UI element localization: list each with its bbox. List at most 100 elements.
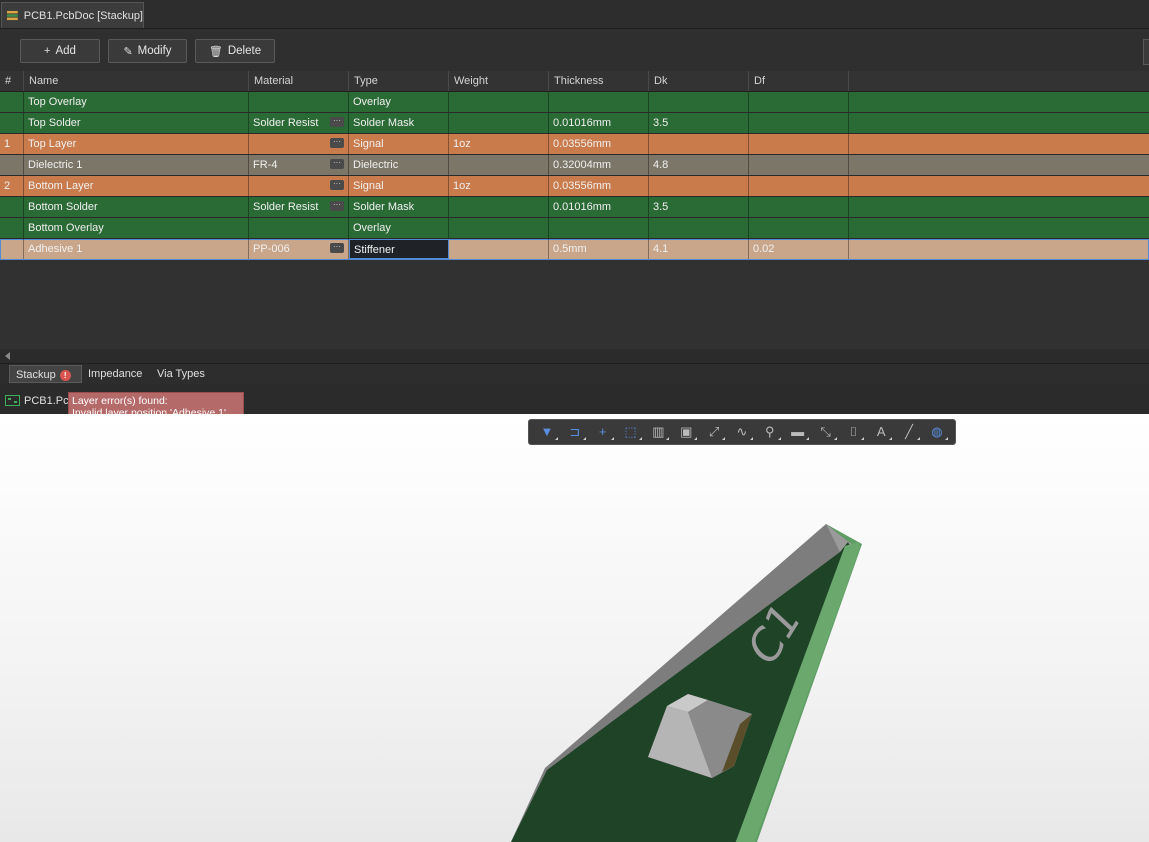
column-header-material[interactable]: Material (249, 71, 349, 91)
cell-dk[interactable]: 4.8 (649, 155, 749, 175)
cell-num[interactable] (0, 155, 24, 175)
horizontal-scrollbar[interactable] (0, 349, 1149, 363)
cell-thickness[interactable]: 0.03556mm (549, 176, 649, 196)
cell-name[interactable]: Adhesive 1 (24, 239, 249, 259)
cell-weight[interactable]: 1oz (449, 134, 549, 154)
table-row[interactable]: Bottom Solder Solder Resist ··· Solder Mask… (0, 197, 1149, 218)
cell-name[interactable]: Top Solder (24, 113, 249, 133)
cell-df[interactable] (749, 113, 849, 133)
column-header-dk[interactable]: Dk (649, 71, 749, 91)
cell-df[interactable] (749, 176, 849, 196)
select-rectangle-icon[interactable]: ⬚ (622, 423, 640, 441)
document-tab-stackup[interactable]: PCB1.PcbDoc [Stackup] (1, 2, 144, 28)
column-header-name[interactable]: Name (24, 71, 249, 91)
line-icon[interactable]: ╱ (900, 423, 918, 441)
table-row[interactable]: Adhesive 1 PP-006 ··· Stiffener 0.5mm 4.1 0.02 (0, 239, 1149, 260)
cell-name[interactable]: Top Layer (24, 134, 249, 154)
material-picker-ellipsis-icon[interactable]: ··· (330, 243, 344, 253)
cell-dk[interactable] (649, 92, 749, 112)
tab-stackup[interactable]: Stackup! (9, 365, 82, 383)
cell-thickness[interactable]: 0.01016mm (549, 197, 649, 217)
table-row[interactable]: Top Overlay Overlay (0, 92, 1149, 113)
pad-via-icon[interactable]: ⚲ (761, 423, 779, 441)
cell-weight[interactable] (449, 155, 549, 175)
cell-weight[interactable] (449, 113, 549, 133)
column-header-weight[interactable]: Weight (449, 71, 549, 91)
align-icon[interactable]: ▥ (649, 423, 667, 441)
crosshair-icon[interactable]: + (594, 423, 612, 441)
add-button[interactable]: + Add (20, 39, 100, 63)
pcb-3d-view[interactable]: C1 (0, 414, 1149, 842)
table-row[interactable]: Bottom Overlay Overlay (0, 218, 1149, 239)
cell-dk[interactable]: 3.5 (649, 197, 749, 217)
cell-weight[interactable] (449, 197, 549, 217)
cell-thickness[interactable]: 0.03556mm (549, 134, 649, 154)
cell-df[interactable] (749, 134, 849, 154)
route-icon[interactable]: ⤢ (705, 423, 723, 441)
snap-magnet-icon[interactable]: ⊐ (566, 423, 584, 441)
component-icon[interactable]: ▣ (677, 423, 695, 441)
cell-num[interactable] (0, 92, 24, 112)
cell-material[interactable] (249, 218, 349, 238)
cell-df[interactable]: 0.02 (749, 239, 849, 259)
material-picker-ellipsis-icon[interactable]: ··· (330, 138, 344, 148)
tune-length-icon[interactable]: ∿ (733, 423, 751, 441)
material-picker-ellipsis-icon[interactable]: ··· (330, 117, 344, 127)
cell-name[interactable]: Bottom Solder (24, 197, 249, 217)
cell-thickness[interactable] (549, 218, 649, 238)
polygon-fill-icon[interactable]: ▬ (789, 423, 807, 441)
cell-thickness[interactable]: 0.32004mm (549, 155, 649, 175)
column-header-df[interactable]: Df (749, 71, 849, 91)
cell-type[interactable]: Solder Mask (349, 113, 449, 133)
filter-icon[interactable]: ▼ (538, 423, 556, 441)
material-picker-ellipsis-icon[interactable]: ··· (330, 180, 344, 190)
material-picker-ellipsis-icon[interactable]: ··· (330, 201, 344, 211)
scroll-left-arrow-icon[interactable] (5, 352, 10, 360)
column-header-type[interactable]: Type (349, 71, 449, 91)
cell-type[interactable]: Overlay (349, 218, 449, 238)
column-header-thickness[interactable]: Thickness (549, 71, 649, 91)
cell-name[interactable]: Bottom Layer (24, 176, 249, 196)
cell-weight[interactable]: 1oz (449, 176, 549, 196)
text-icon[interactable]: A (872, 423, 890, 441)
cell-num[interactable] (0, 218, 24, 238)
cell-thickness[interactable] (549, 92, 649, 112)
cell-weight[interactable] (449, 239, 549, 259)
cell-name[interactable]: Dielectric 1 (24, 155, 249, 175)
cell-type[interactable]: Overlay (349, 92, 449, 112)
cell-type[interactable]: Dielectric (349, 155, 449, 175)
material-picker-ellipsis-icon[interactable]: ··· (330, 159, 344, 169)
cell-name[interactable]: Top Overlay (24, 92, 249, 112)
table-row[interactable]: 2 Bottom Layer ··· Signal 1oz 0.03556mm (0, 176, 1149, 197)
cell-num[interactable]: 1 (0, 134, 24, 154)
cell-name[interactable]: Bottom Overlay (24, 218, 249, 238)
cell-dk[interactable] (649, 176, 749, 196)
table-row[interactable]: 1 Top Layer ··· Signal 1oz 0.03556mm (0, 134, 1149, 155)
dimension-icon[interactable]: ⤡ (817, 423, 835, 441)
cell-df[interactable] (749, 218, 849, 238)
cell-type[interactable]: Stiffener (349, 239, 449, 259)
cell-weight[interactable] (449, 92, 549, 112)
modify-button[interactable]: ✎ Modify (108, 39, 187, 63)
cell-df[interactable] (749, 92, 849, 112)
cell-dk[interactable]: 3.5 (649, 113, 749, 133)
cell-type[interactable]: Signal (349, 134, 449, 154)
designator-icon[interactable]: ⌷ (844, 423, 862, 441)
cell-weight[interactable] (449, 218, 549, 238)
column-header-number[interactable]: # (0, 71, 24, 91)
toolbar-overflow-button[interactable] (1143, 39, 1149, 65)
cell-thickness[interactable]: 0.5mm (549, 239, 649, 259)
cell-num[interactable]: 2 (0, 176, 24, 196)
3d-body-icon[interactable]: ◍ (928, 423, 946, 441)
cell-num[interactable] (0, 239, 24, 259)
table-row[interactable]: Dielectric 1 FR-4 ··· Dielectric 0.32004mm 4.… (0, 155, 1149, 176)
table-row[interactable]: Top Solder Solder Resist ··· Solder Mask 0.0… (0, 113, 1149, 134)
cell-type[interactable]: Signal (349, 176, 449, 196)
tab-via-types[interactable]: Via Types (151, 365, 211, 383)
delete-button[interactable]: 🗑 Delete (195, 39, 275, 63)
cell-num[interactable] (0, 113, 24, 133)
cell-type[interactable]: Solder Mask (349, 197, 449, 217)
cell-dk[interactable] (649, 134, 749, 154)
cell-material[interactable] (249, 92, 349, 112)
cell-dk[interactable]: 4.1 (649, 239, 749, 259)
